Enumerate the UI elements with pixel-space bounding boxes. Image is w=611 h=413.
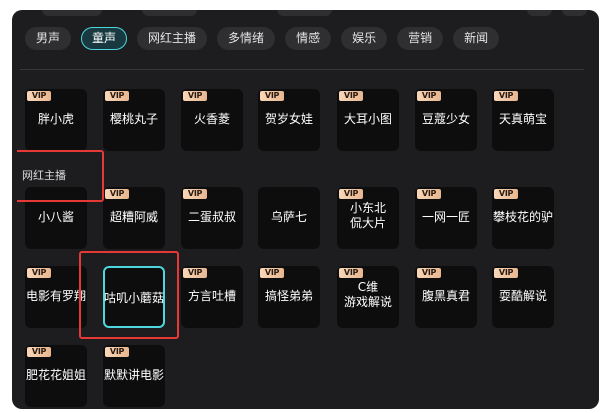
vip-badge: VIP	[417, 91, 441, 101]
scrolled-tab-remnant	[562, 10, 587, 16]
vip-badge: VIP	[105, 91, 129, 101]
vip-badge: VIP	[339, 268, 363, 278]
highlight-box-section-label	[17, 150, 104, 202]
voice-name: 攀枝花的驴	[492, 210, 553, 224]
tab-child-voice[interactable]: 童声	[81, 27, 128, 50]
tab-marketing[interactable]: 营销	[397, 27, 444, 50]
vip-badge: VIP	[494, 268, 518, 278]
voice-name: 胖小虎	[37, 112, 74, 126]
voice-name: 天真萌宝	[498, 112, 547, 126]
voice-name: 火香菱	[193, 112, 230, 126]
tab-multi-emotion[interactable]: 多情绪	[217, 27, 276, 50]
vip-badge: VIP	[417, 189, 441, 199]
vip-badge: VIP	[260, 268, 284, 278]
voice-name: 贺岁女娃	[264, 112, 313, 126]
scrolled-tab-remnant	[42, 10, 102, 16]
voice-card[interactable]: VIP 大耳小图	[337, 89, 399, 151]
divider	[20, 69, 584, 70]
vip-badge: VIP	[417, 268, 441, 278]
voice-name: 超糟阿威	[109, 210, 158, 224]
voice-card[interactable]: VIP 默默讲电影	[103, 345, 165, 407]
vip-badge: VIP	[183, 91, 207, 101]
voice-name: 方言吐槽	[187, 289, 236, 303]
voice-name: 默默讲电影	[103, 368, 164, 382]
voice-card[interactable]: 乌萨七	[258, 187, 320, 249]
voice-name: 二蛋叔叔	[187, 210, 236, 224]
tab-influencer[interactable]: 网红主播	[137, 27, 208, 50]
voice-name: 小八酱	[37, 210, 74, 224]
tab-emotion[interactable]: 情感	[285, 27, 332, 50]
voice-card[interactable]: VIP 小东北 侃大片	[337, 187, 399, 249]
voice-card[interactable]: VIP 胖小虎	[25, 89, 87, 151]
voice-name: 樱桃丸子	[109, 112, 158, 126]
voice-card[interactable]: VIP 一网一匠	[415, 187, 477, 249]
voice-name: 腹黑真君	[421, 289, 470, 303]
voice-name: 乌萨七	[270, 210, 307, 224]
voice-card[interactable]: VIP 樱桃丸子	[103, 89, 165, 151]
voice-card[interactable]: VIP 方言吐槽	[181, 266, 243, 328]
voice-card[interactable]: VIP 天真萌宝	[492, 89, 554, 151]
vip-badge: VIP	[183, 189, 207, 199]
vip-badge: VIP	[27, 268, 51, 278]
voice-card[interactable]: VIP 耍酷解说	[492, 266, 554, 328]
scrolled-tab-remnant	[527, 10, 552, 16]
scrolled-tab-remnant	[142, 10, 197, 16]
vip-badge: VIP	[260, 91, 284, 101]
voice-name: C维 游戏解说	[343, 280, 392, 309]
tab-entertainment[interactable]: 娱乐	[341, 27, 388, 50]
vip-badge: VIP	[339, 91, 363, 101]
voice-name: 耍酷解说	[498, 289, 547, 303]
voice-name: 大耳小图	[343, 112, 392, 126]
voice-name: 肥花花姐姐	[25, 368, 86, 382]
tab-news[interactable]: 新闻	[453, 27, 500, 50]
scrolled-tab-remnant	[277, 10, 332, 16]
vip-badge: VIP	[27, 347, 51, 357]
vip-badge: VIP	[494, 189, 518, 199]
highlight-box-selected-voice	[79, 251, 179, 339]
voice-card[interactable]: VIP 超糟阿威	[103, 187, 165, 249]
voice-card[interactable]: VIP 火香菱	[181, 89, 243, 151]
voice-card[interactable]: VIP 搞怪弟弟	[258, 266, 320, 328]
voice-panel: 男声 童声 网红主播 多情绪 情感 娱乐 营销 新闻 VIP 胖小虎 VIP 樱桃丸子…	[12, 10, 599, 409]
vip-badge: VIP	[339, 189, 363, 199]
category-tabs: 男声 童声 网红主播 多情绪 情感 娱乐 营销 新闻	[25, 27, 509, 50]
voice-name: 小东北 侃大片	[349, 201, 386, 230]
tab-male-voice[interactable]: 男声	[25, 27, 72, 50]
voice-card[interactable]: VIP 二蛋叔叔	[181, 187, 243, 249]
voice-card[interactable]: VIP 贺岁女娃	[258, 89, 320, 151]
voice-card[interactable]: VIP 肥花花姐姐	[25, 345, 87, 407]
vip-badge: VIP	[494, 91, 518, 101]
voice-card[interactable]: VIP 电影有罗翔	[25, 266, 87, 328]
voice-card[interactable]: VIP 豆蔻少女	[415, 89, 477, 151]
voice-card[interactable]: VIP 攀枝花的驴	[492, 187, 554, 249]
voice-name: 搞怪弟弟	[264, 289, 313, 303]
vip-badge: VIP	[183, 268, 207, 278]
voice-card[interactable]: VIP C维 游戏解说	[337, 266, 399, 328]
voice-name: 一网一匠	[421, 210, 470, 224]
vip-badge: VIP	[105, 347, 129, 357]
voice-card[interactable]: VIP 腹黑真君	[415, 266, 477, 328]
vip-badge: VIP	[27, 91, 51, 101]
vip-badge: VIP	[105, 189, 129, 199]
voice-name: 豆蔻少女	[421, 112, 470, 126]
